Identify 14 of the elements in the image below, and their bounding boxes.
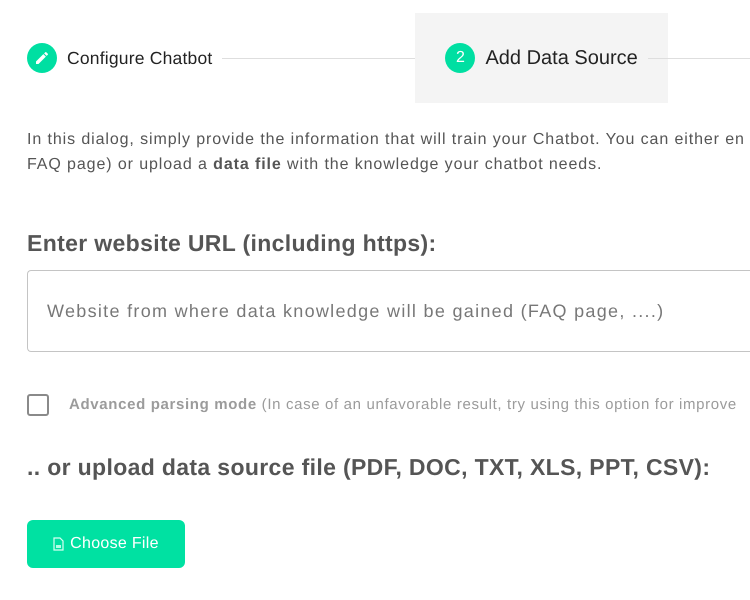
- step-label: Configure Chatbot: [67, 46, 212, 70]
- file-icon: [53, 536, 64, 550]
- checkbox[interactable]: [27, 394, 49, 416]
- description-text: FAQ page) or upload a data file with the knowledge your chatbot needs.: [27, 155, 602, 175]
- section-heading: .. or upload data source file (PDF, DOC, TXT, XLS, PPT, CSV):: [27, 452, 710, 480]
- step-item[interactable]: 2 Add Data Source: [415, 13, 668, 103]
- step-label: Add Data Source: [485, 46, 638, 71]
- pencil-icon: [27, 43, 57, 73]
- url-input-field[interactable]: Website from where data knowledge will be gained (FAQ page, ....): [27, 270, 750, 352]
- description-text: In this dialog, simply provide the information that will train your Chatbot. You can either en: [27, 130, 745, 150]
- step-number: 2: [445, 43, 476, 73]
- section-heading: Enter website URL (including https):: [27, 229, 437, 257]
- step-item[interactable]: Configure Chatbot: [27, 43, 212, 73]
- checkbox-label: Advanced parsing mode (In case of an unfavorable result, try using this option for improve: [69, 395, 737, 415]
